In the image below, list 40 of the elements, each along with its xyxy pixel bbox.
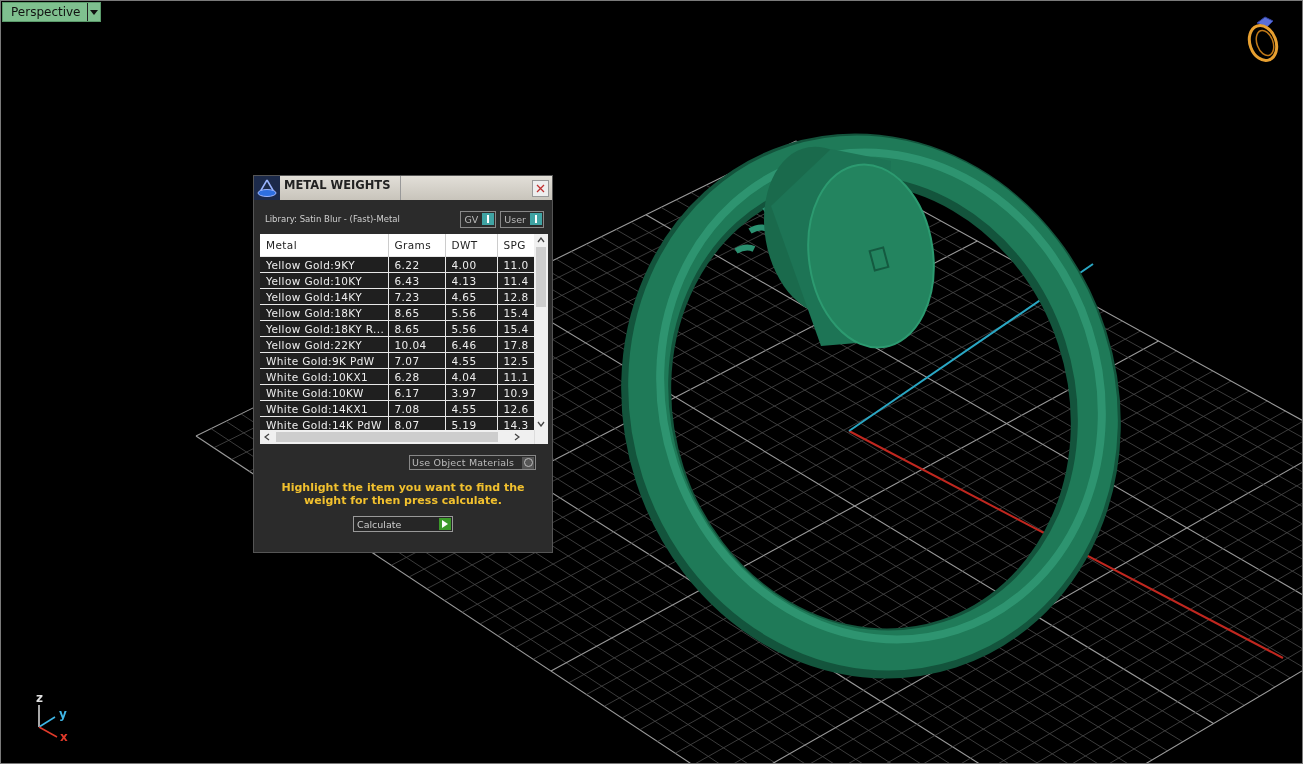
axis-label: z xyxy=(36,691,43,705)
table-row[interactable]: Yellow Gold:22KY 10.04 6.46 17.8 xyxy=(260,336,534,353)
table-row[interactable]: Yellow Gold:18KY R... 8.65 5.56 15.4 xyxy=(260,320,534,337)
toggle-switch[interactable]: User xyxy=(500,210,544,228)
table-row[interactable]: Yellow Gold:9KY 6.22 4.00 11.0 xyxy=(260,256,534,273)
materials-toggle[interactable]: Use Object Materials xyxy=(409,455,536,470)
table-row[interactable]: White Gold:10KW 6.17 3.97 10.9 xyxy=(260,384,534,401)
scrollbar-corner xyxy=(534,430,548,444)
library-label: Library: Satin Blur - (Fast)-Metal xyxy=(265,214,401,224)
vertical-scrollbar[interactable] xyxy=(534,234,548,430)
table-row[interactable]: White Gold:10KX1 6.28 4.04 11.1 xyxy=(260,368,534,385)
column-header[interactable]: DWT xyxy=(445,234,497,257)
dialog-title: METAL WEIGHTS xyxy=(280,176,401,200)
table-cell: Yellow Gold:9KY xyxy=(260,256,388,273)
table-row[interactable]: Yellow Gold:14KY 7.23 4.65 12.8 xyxy=(260,288,534,305)
table-row[interactable]: White Gold:9K PdW 7.07 4.55 12.5 xyxy=(260,352,534,369)
column-header[interactable]: Metal xyxy=(260,234,388,257)
scroll-thumb[interactable] xyxy=(276,432,498,442)
calculate-button[interactable]: Calculate xyxy=(353,516,453,532)
axis-label: x xyxy=(60,730,68,744)
table-cell: 11.0 xyxy=(497,256,534,273)
horizontal-scrollbar[interactable] xyxy=(260,430,534,444)
view-menu[interactable]: Perspective xyxy=(2,2,101,22)
close-icon xyxy=(536,184,545,193)
scale-icon xyxy=(256,178,278,198)
column-header[interactable]: Grams xyxy=(388,234,445,257)
column-header[interactable]: SPG xyxy=(497,234,534,257)
axis-label: y xyxy=(59,707,67,721)
hint-text: Highlight the item you want to find the weight for then press calculate. xyxy=(280,481,526,507)
table-row[interactable]: Yellow Gold:10KY 6.43 4.13 11.4 xyxy=(260,272,534,289)
table-cell: 4.00 xyxy=(445,256,497,273)
table-row[interactable]: Yellow Gold:18KY 8.65 5.56 15.4 xyxy=(260,304,534,321)
close-button[interactable] xyxy=(532,180,549,197)
toggle-switch[interactable]: GV xyxy=(460,210,497,228)
axes-icon xyxy=(38,704,58,738)
table-cell: 6.22 xyxy=(388,256,445,273)
caret-icon xyxy=(89,9,98,15)
scroll-thumb[interactable] xyxy=(536,247,546,307)
table-row[interactable]: White Gold:14KX1 7.08 4.55 12.6 xyxy=(260,400,534,417)
play-icon xyxy=(442,520,448,528)
